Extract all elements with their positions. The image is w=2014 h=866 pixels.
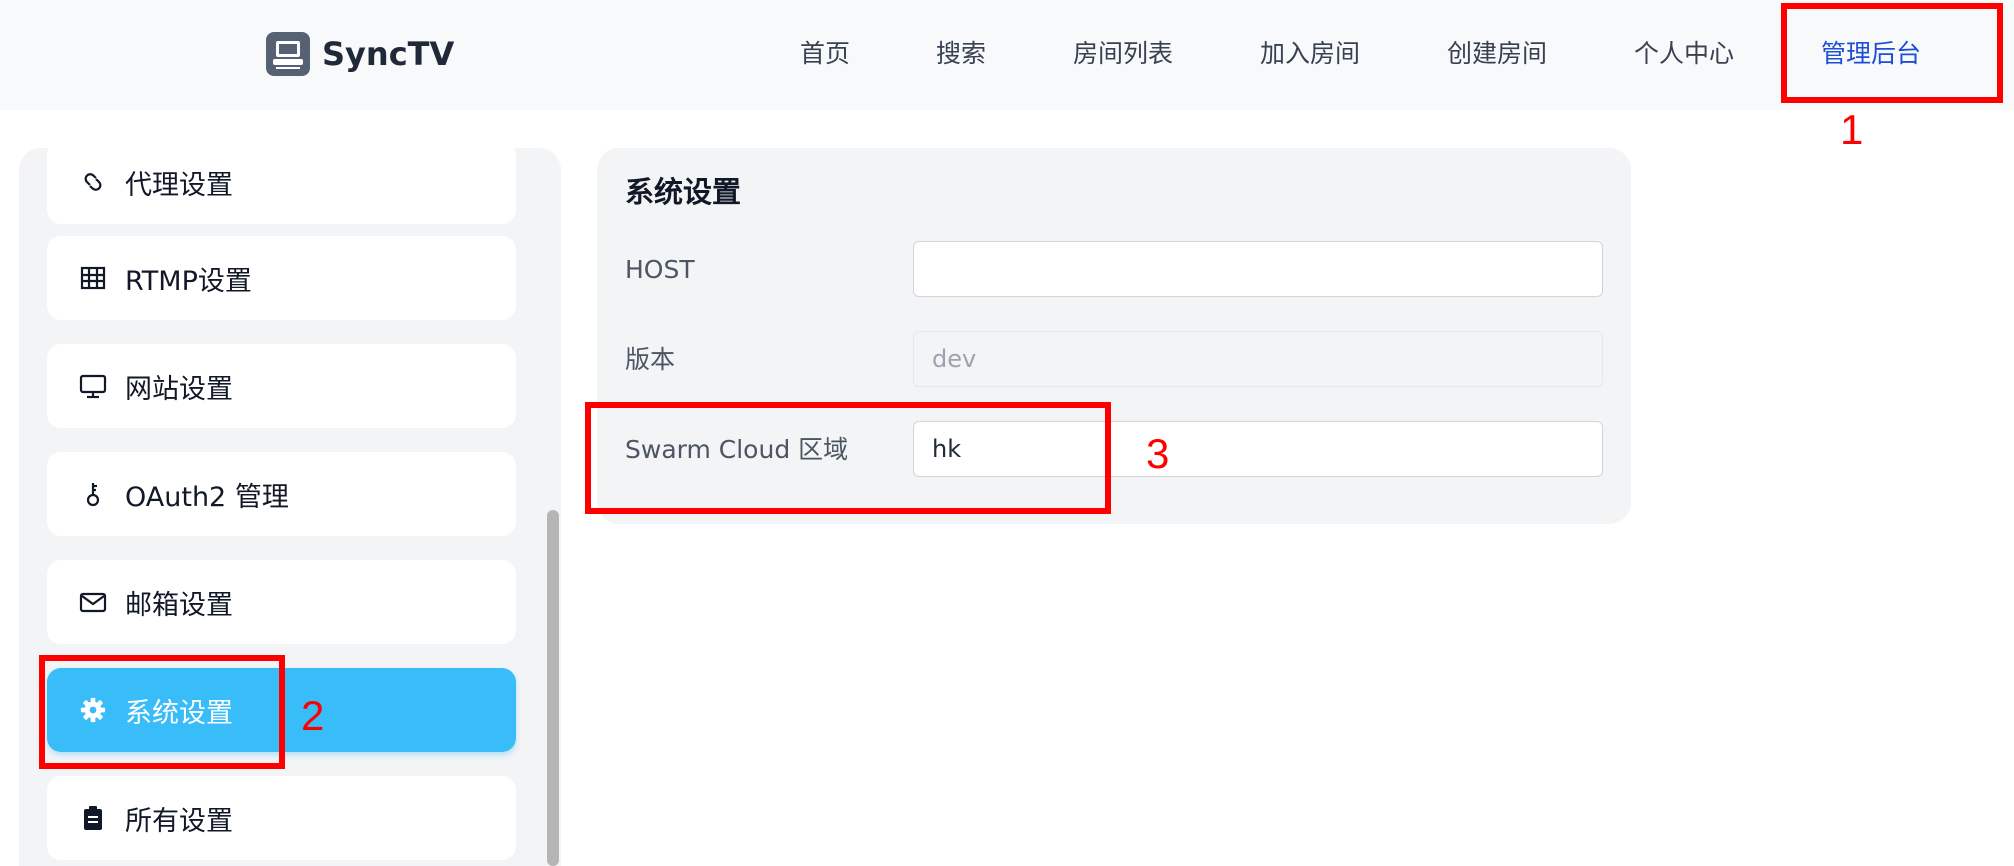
sidebar-item-label: 网站设置 bbox=[125, 373, 233, 405]
sidebar-item-label: OAuth2 管理 bbox=[125, 481, 289, 513]
sidebar-item-email[interactable]: 邮箱设置 bbox=[47, 560, 516, 644]
synctv-logo-icon[interactable] bbox=[266, 32, 310, 76]
brand-name[interactable]: SyncTV bbox=[322, 30, 454, 78]
nav-room-list[interactable]: 房间列表 bbox=[1073, 30, 1173, 78]
sidebar-item-website[interactable]: 网站设置 bbox=[47, 344, 516, 428]
annotation-number-3: 3 bbox=[1146, 430, 1170, 477]
top-header: SyncTV 首页 搜索 房间列表 加入房间 创建房间 个人中心 管理后台 bbox=[0, 0, 2014, 110]
clipboard-icon bbox=[79, 804, 107, 832]
link-icon bbox=[79, 168, 107, 196]
annotation-box-1 bbox=[1781, 3, 2003, 103]
grid-icon bbox=[79, 264, 107, 292]
nav-search[interactable]: 搜索 bbox=[936, 30, 986, 78]
sidebar-item-proxy[interactable]: 代理设置 bbox=[47, 148, 516, 224]
mail-icon bbox=[79, 588, 107, 616]
sidebar-item-all-settings[interactable]: 所有设置 bbox=[47, 776, 516, 860]
nav-home[interactable]: 首页 bbox=[800, 30, 850, 78]
sidebar-item-label: 邮箱设置 bbox=[125, 589, 233, 621]
version-input bbox=[913, 331, 1603, 387]
nav-join-room[interactable]: 加入房间 bbox=[1260, 30, 1360, 78]
panel-title: 系统设置 bbox=[625, 175, 742, 209]
version-label: 版本 bbox=[625, 345, 676, 374]
sidebar-item-label: 所有设置 bbox=[125, 805, 233, 837]
sidebar-scrollbar[interactable] bbox=[547, 510, 559, 866]
nav-user-center[interactable]: 个人中心 bbox=[1634, 30, 1734, 78]
nav-create-room[interactable]: 创建房间 bbox=[1447, 30, 1547, 78]
sidebar-item-oauth2[interactable]: OAuth2 管理 bbox=[47, 452, 516, 536]
annotation-number-2: 2 bbox=[301, 692, 325, 739]
annotation-box-3 bbox=[585, 402, 1111, 514]
sidebar-item-label: RTMP设置 bbox=[125, 265, 252, 297]
annotation-number-1: 1 bbox=[1840, 106, 1864, 153]
host-label: HOST bbox=[625, 255, 695, 284]
sidebar-item-rtmp[interactable]: RTMP设置 bbox=[47, 236, 516, 320]
sidebar-item-label: 代理设置 bbox=[125, 169, 233, 201]
monitor-icon bbox=[79, 372, 107, 400]
host-input[interactable] bbox=[913, 241, 1603, 297]
annotation-box-2 bbox=[39, 655, 285, 769]
key-icon bbox=[79, 480, 107, 508]
